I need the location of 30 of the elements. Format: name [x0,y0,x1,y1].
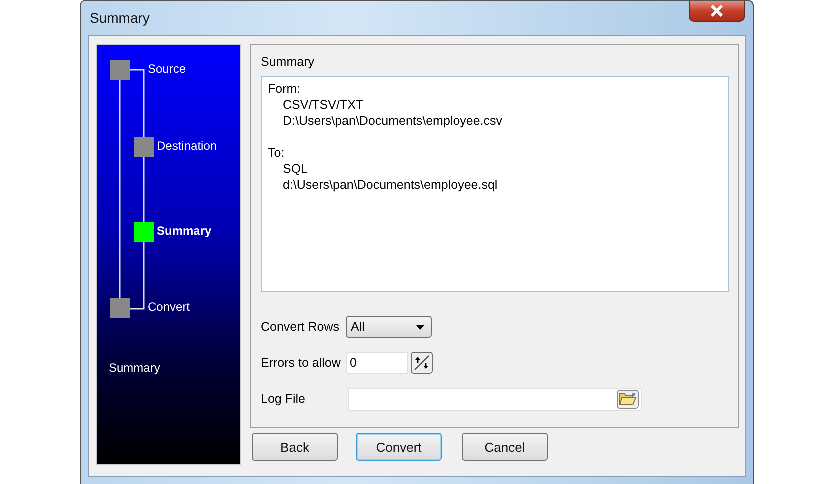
convert-rows-dropdown[interactable]: All [346,316,432,338]
folder-icon [619,392,637,406]
step-label: Summary [157,224,212,238]
errors-to-allow-label: Errors to allow [261,356,342,370]
spin-button[interactable] [411,352,433,374]
up-down-arrows-icon [414,355,430,371]
panel-title: Summary [261,55,316,69]
window-title: Summary [90,10,150,26]
section-heading: Form: [268,81,302,97]
convert-rows-label: Convert Rows [261,320,340,334]
errors-input-field[interactable]: 0 [346,352,408,374]
summary-line: d:\Users\pan\Documents\employee.sql [282,177,499,193]
log-file-label: Log File [261,392,306,406]
close-icon [710,5,724,17]
summary-line: SQL [282,161,310,177]
summary-text-area[interactable]: Form: CSV/TSV/TXT D:\Users\pan\Documents\employee.csv To: SQL d:\Users\pan\Documents\employee.sql [261,76,729,292]
section-heading: To: [268,145,286,161]
caret-icon [416,324,425,330]
dialog-button[interactable]: Convert [356,433,442,461]
step-label: Source [148,62,186,76]
summary-line: D:\Users\pan\Documents\employee.csv [282,113,504,129]
step-label: Destination [157,139,218,153]
dialog-button[interactable]: Cancel [462,433,548,461]
step-label: Convert [148,300,190,314]
step-caption: Summary [109,361,160,375]
log-file-field[interactable] [348,388,642,410]
dialog-button[interactable]: Back [252,433,338,461]
browse-button[interactable] [617,390,639,408]
close-button[interactable] [689,1,745,22]
summary-line: CSV/TSV/TXT [282,97,365,113]
